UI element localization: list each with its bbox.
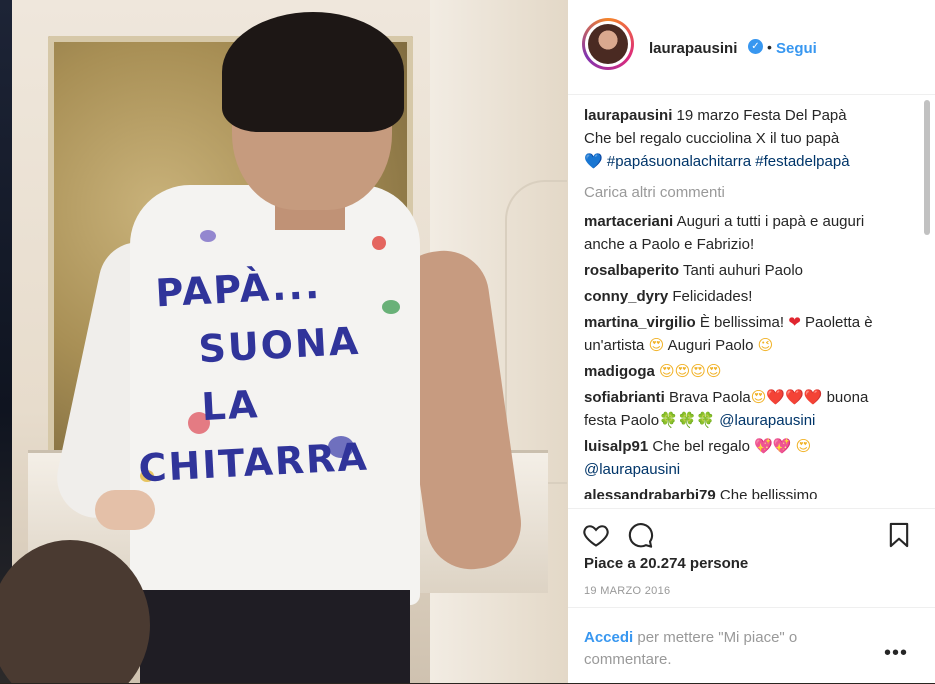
comment-mention[interactable]: @laurapausini (719, 412, 815, 429)
header-username[interactable]: laurapausini (649, 40, 737, 57)
caption-text: 19 marzo Festa Del Papà (676, 107, 847, 124)
verified-badge-icon: ✓ (748, 39, 763, 54)
comment-text: Brava Paola (669, 389, 751, 406)
heart-eyes-emoji-icon: 😍 (750, 389, 767, 406)
comments-scrollbar[interactable] (924, 96, 930, 501)
comment-item: sofiabrianti Brava Paola😍❤️❤️❤️ buona fe… (584, 386, 904, 432)
heart-eyes-emoji-icon: 😍😍😍😍 (659, 363, 722, 380)
sparkling-heart-icon: 💖💖 (754, 438, 792, 455)
load-more-comments-link[interactable]: Carica altri commenti (584, 181, 904, 204)
tshirt-lettering: PAPÀ... SUONA LA CHITARRA (138, 252, 406, 496)
more-options-icon[interactable]: ••• (884, 642, 908, 665)
person-hair (222, 12, 404, 132)
bookmark-icon[interactable] (885, 521, 913, 549)
avatar-image (588, 24, 628, 64)
post-actions (568, 508, 935, 553)
paint-splat (200, 230, 216, 242)
post-header: laurapausini ✓ • Segui (568, 0, 935, 95)
door-arch (505, 180, 567, 484)
comment-username[interactable]: martina_virgilio (584, 314, 696, 331)
login-bar: Accedi per mettere "Mi piace" o commenta… (568, 607, 935, 684)
comment-username[interactable]: luisalp91 (584, 438, 648, 455)
login-prompt: Accedi per mettere "Mi piace" o commenta… (584, 627, 844, 671)
comment-mention[interactable]: @laurapausini (584, 461, 680, 478)
comments-list[interactable]: laurapausini 19 marzo Festa Del Papà Che… (584, 104, 904, 499)
comment-text: Tanti auhuri Paolo (682, 262, 804, 279)
caption: laurapausini 19 marzo Festa Del Papà Che… (584, 104, 904, 173)
comment-item: conny_dyry Felicidades! (584, 285, 904, 308)
caption-username[interactable]: laurapausini (584, 107, 672, 124)
post-photo[interactable]: PAPÀ... SUONA LA CHITARRA (0, 0, 568, 683)
caption-text: Che bel regalo cucciolina X il tuo papà (584, 130, 840, 147)
comment-username[interactable]: alessandrabarbi79 (584, 487, 716, 499)
comment-item: rosalbaperito Tanti auhuri Paolo (584, 259, 904, 282)
wink-emoji-icon: 😉 (757, 337, 774, 354)
comment-item: alessandrabarbi79 Che bellissimo (584, 484, 904, 499)
comment-bubble-icon[interactable] (626, 521, 654, 549)
comment-username[interactable]: madigoga (584, 363, 655, 380)
person-pants (140, 590, 410, 683)
avatar-border (585, 21, 631, 67)
avatar[interactable] (582, 18, 634, 70)
heart-outline-icon[interactable] (582, 521, 610, 549)
comment-item: martaceriani Auguri a tutti i papà e aug… (584, 210, 904, 256)
comment-username[interactable]: martaceriani (584, 213, 673, 230)
post-side-panel: laurapausini ✓ • Segui laurapausini 19 m… (568, 0, 935, 683)
comment-username[interactable]: conny_dyry (584, 288, 668, 305)
clover-icon: 🍀🍀🍀 (659, 412, 716, 429)
follow-button[interactable]: Segui (776, 40, 817, 57)
comment-text: Che bel regalo (652, 438, 750, 455)
comment-text: Felicidades! (672, 288, 753, 305)
heart-eyes-emoji-icon: 😍 (648, 337, 665, 354)
post-date: 19 MARZO 2016 (584, 585, 671, 597)
paint-splat (372, 236, 386, 250)
comment-item: martina_virgilio È bellissima! ❤ Paolett… (584, 311, 904, 357)
heart-eyes-emoji-icon: 😍 (795, 438, 812, 455)
comment-text: È bellissima! (699, 314, 785, 331)
separator-dot: • (767, 39, 772, 55)
comment-item: madigoga 😍😍😍😍 (584, 360, 904, 383)
comment-item: luisalp91 Che bel regalo 💖💖 😍 @laurapaus… (584, 435, 904, 481)
child-hand (95, 490, 155, 530)
scrollbar-thumb[interactable] (924, 100, 930, 235)
comment-username[interactable]: rosalbaperito (584, 262, 679, 279)
heart-icon: ❤ (788, 314, 801, 331)
blue-heart-icon: 💙 (584, 153, 603, 170)
comment-text: Auguri Paolo (667, 337, 754, 354)
comment-username[interactable]: sofiabrianti (584, 389, 665, 406)
likes-count[interactable]: Piace a 20.274 persone (584, 555, 748, 572)
red-heart-icon: ❤️❤️❤️ (766, 389, 823, 406)
caption-hashtags[interactable]: #papásuonalachitarra #festadelpapà (607, 153, 850, 170)
login-link[interactable]: Accedi (584, 629, 633, 646)
comment-text: Che bellissimo (719, 487, 818, 499)
